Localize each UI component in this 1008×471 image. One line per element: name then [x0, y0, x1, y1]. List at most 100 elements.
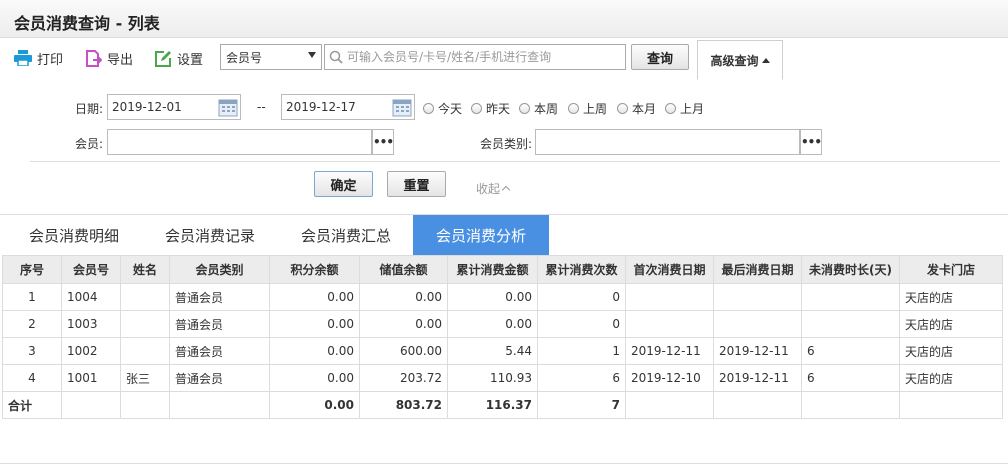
page: 会员消费查询 - 列表 打印 导出 设置 会员号 可输入会员号/卡号/姓名/手机… [0, 0, 1008, 471]
tab-consumption-record[interactable]: 会员消费记录 [146, 215, 274, 255]
toolbar: 打印 导出 设置 会员号 查询 高级查询 [0, 38, 1008, 80]
cell-total-amount: 0.00 [447, 310, 538, 338]
collapse-link[interactable]: 收起 [476, 180, 511, 197]
radio-today[interactable]: 今天 [423, 100, 462, 117]
column-header[interactable]: 累计消费次数 [537, 255, 626, 284]
total-cell [899, 391, 1003, 419]
cell-member-type: 普通会员 [169, 283, 270, 311]
radio-this-month-label: 本月 [632, 102, 657, 116]
cell-store: 天店的店 [899, 337, 1003, 365]
chevron-up-icon [501, 185, 511, 195]
cell-last-date [713, 310, 802, 338]
column-header[interactable]: 会员类别 [169, 255, 270, 284]
cell-member-type: 普通会员 [169, 310, 270, 338]
total-balance: 803.72 [359, 391, 448, 419]
radio-this-month[interactable]: 本月 [617, 100, 656, 117]
calendar-icon[interactable] [392, 97, 412, 120]
column-header[interactable]: 发卡门店 [899, 255, 1003, 284]
radio-this-week-label: 本周 [534, 102, 559, 116]
cell-total-count: 0 [537, 310, 626, 338]
divider [30, 161, 1000, 162]
column-header[interactable]: 储值余额 [359, 255, 448, 284]
cell-last-date [713, 283, 802, 311]
radio-yesterday[interactable]: 昨天 [471, 100, 510, 117]
date-to-input[interactable]: 2019-12-17 [281, 94, 415, 120]
column-header[interactable]: 累计消费金额 [447, 255, 538, 284]
member-type-input[interactable] [535, 129, 800, 155]
date-from-value: 2019-12-01 [112, 100, 182, 114]
query-button[interactable]: 查询 [631, 44, 689, 70]
radio-circle [665, 103, 676, 114]
cell-first-date [625, 283, 714, 311]
tab-consumption-summary[interactable]: 会员消费汇总 [282, 215, 410, 255]
table-row[interactable]: 3 1002 普通会员 0.00 600.00 5.44 1 2019-12-1… [2, 337, 1003, 365]
radio-last-month[interactable]: 上月 [665, 100, 704, 117]
cell-points: 0.00 [269, 337, 360, 365]
cell-member-no: 1003 [61, 310, 121, 338]
export-label: 导出 [107, 52, 134, 68]
cell-total-amount: 5.44 [447, 337, 538, 365]
radio-this-week[interactable]: 本周 [519, 100, 558, 117]
cell-name: 张三 [120, 364, 170, 392]
cell-index: 1 [2, 283, 62, 311]
ellipsis-icon: ••• [373, 135, 394, 149]
cell-idle-days [801, 283, 900, 311]
member-input[interactable] [107, 129, 372, 155]
tab-consumption-detail[interactable]: 会员消费明细 [10, 215, 138, 255]
report-tabs: 会员消费明细 会员消费记录 会员消费汇总 会员消费分析 [0, 214, 1008, 255]
cell-total-amount: 0.00 [447, 283, 538, 311]
table-row[interactable]: 2 1003 普通会员 0.00 0.00 0.00 0 天店的店 [2, 310, 1003, 338]
calendar-icon[interactable] [218, 97, 238, 120]
radio-last-month-label: 上月 [680, 102, 705, 116]
column-header[interactable]: 序号 [2, 255, 62, 284]
member-picker-button[interactable]: ••• [372, 129, 394, 155]
radio-circle [519, 103, 530, 114]
search-icon [325, 50, 347, 64]
radio-circle [423, 103, 434, 114]
cell-balance: 0.00 [359, 283, 448, 311]
radio-circle [471, 103, 482, 114]
advanced-search-label: 高级查询 [710, 53, 759, 68]
cell-last-date: 2019-12-11 [713, 337, 802, 365]
cell-total-amount: 110.93 [447, 364, 538, 392]
total-cell [120, 391, 170, 419]
settings-button[interactable]: 设置 [155, 47, 203, 69]
cell-first-date [625, 310, 714, 338]
print-button[interactable]: 打印 [14, 47, 63, 69]
column-header[interactable]: 积分余额 [269, 255, 360, 284]
page-title: 会员消费查询 - 列表 [14, 14, 160, 33]
column-header[interactable]: 未消费时长(天) [801, 255, 900, 284]
search-field-select[interactable]: 会员号 [220, 44, 322, 70]
cell-balance: 600.00 [359, 337, 448, 365]
cell-index: 4 [2, 364, 62, 392]
search-input[interactable] [347, 46, 625, 68]
total-cell [169, 391, 270, 419]
column-header[interactable]: 最后消费日期 [713, 255, 802, 284]
reset-button[interactable]: 重置 [387, 171, 446, 197]
cell-member-no: 1001 [61, 364, 121, 392]
radio-yesterday-label: 昨天 [486, 102, 511, 116]
confirm-button[interactable]: 确定 [314, 171, 373, 197]
title-bar: 会员消费查询 - 列表 [0, 0, 1008, 38]
column-header[interactable]: 首次消费日期 [625, 255, 714, 284]
radio-last-week[interactable]: 上周 [568, 100, 607, 117]
bottom-divider [0, 463, 1008, 464]
table-row[interactable]: 4 1001 张三 普通会员 0.00 203.72 110.93 6 2019… [2, 364, 1003, 392]
cell-total-count: 0 [537, 283, 626, 311]
table-row[interactable]: 1 1004 普通会员 0.00 0.00 0.00 0 天店的店 [2, 283, 1003, 311]
member-type-label: 会员类别: [480, 137, 533, 151]
advanced-search-tab[interactable]: 高级查询 [697, 40, 783, 80]
total-points: 0.00 [269, 391, 360, 419]
cell-total-count: 6 [537, 364, 626, 392]
member-type-picker-button[interactable]: ••• [800, 129, 822, 155]
tab-consumption-analysis[interactable]: 会员消费分析 [413, 215, 549, 255]
total-cell [801, 391, 900, 419]
date-from-input[interactable]: 2019-12-01 [107, 94, 241, 120]
export-button[interactable]: 导出 [86, 47, 133, 69]
export-icon [86, 49, 102, 67]
consumption-analysis-table: 序号 会员号 姓名 会员类别 积分余额 储值余额 累计消费金额 累计消费次数 首… [2, 255, 1003, 419]
column-header[interactable]: 会员号 [61, 255, 121, 284]
collapse-label: 收起 [476, 182, 501, 196]
column-header[interactable]: 姓名 [120, 255, 170, 284]
cell-member-no: 1002 [61, 337, 121, 365]
